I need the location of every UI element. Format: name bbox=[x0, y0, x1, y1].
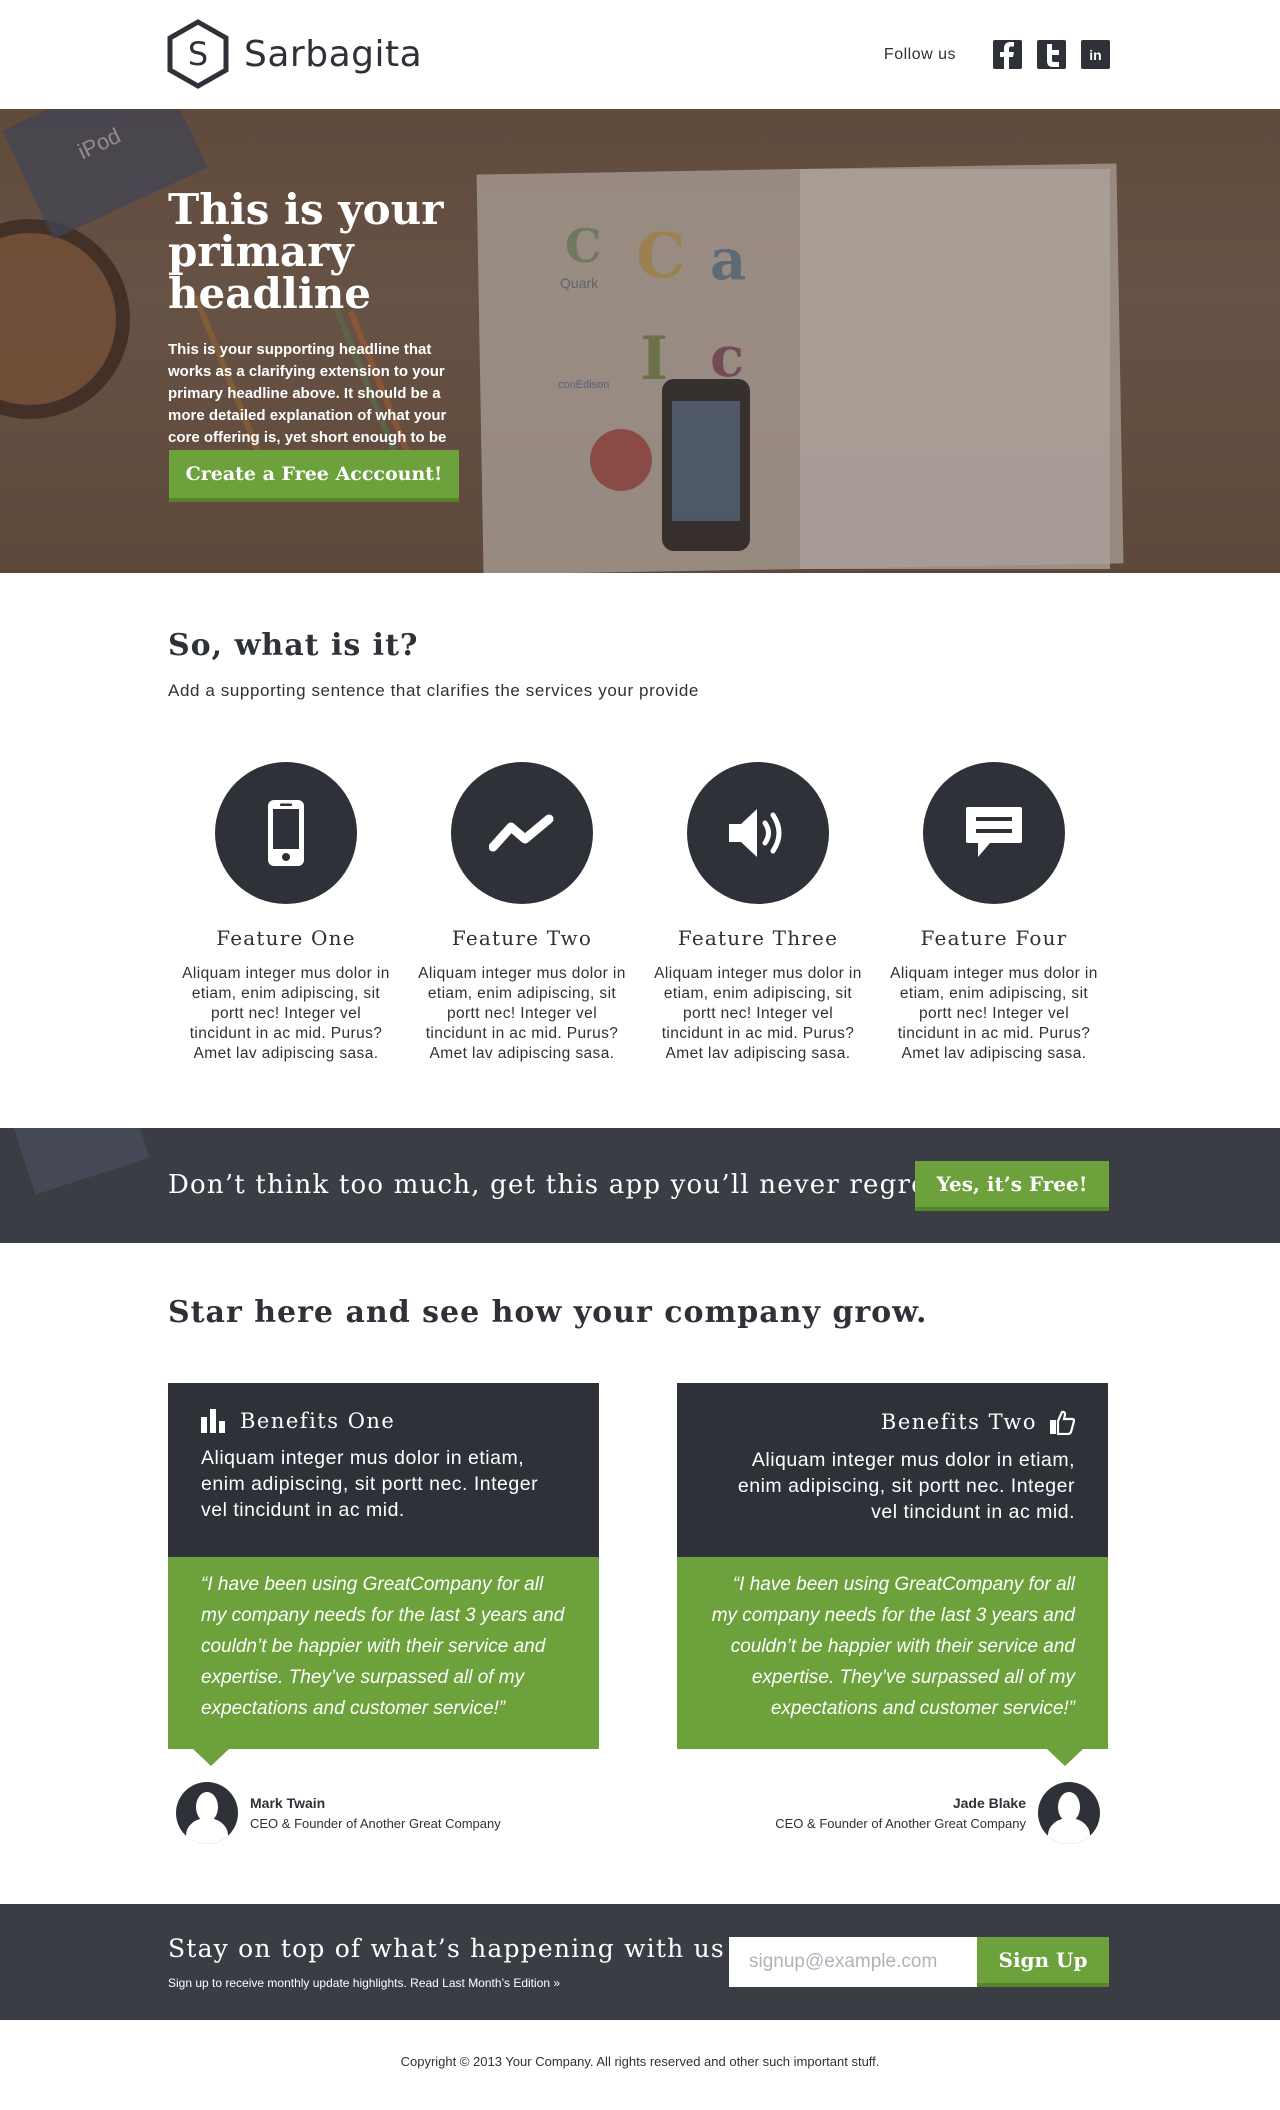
benefit-summary: Benefits One Aliquam integer mus dolor i… bbox=[168, 1383, 599, 1557]
cta-band-text: Don’t think too much, get this app you’l… bbox=[168, 1170, 940, 1200]
twitter-icon[interactable] bbox=[1037, 40, 1066, 69]
feature-text: Aliquam integer mus dolor in etiam, enim… bbox=[182, 965, 390, 1062]
hero-headline: This is your primary headline bbox=[168, 189, 568, 315]
thumbs-up-icon bbox=[1050, 1410, 1075, 1435]
newsletter-title: Stay on top of what’s happening with us bbox=[168, 1934, 725, 1963]
quote-pointer bbox=[193, 1749, 229, 1766]
testimonial-author: Mark Twain CEO & Founder of Another Grea… bbox=[176, 1782, 501, 1844]
feature-item: Feature Four Aliquam integer mus dolor i… bbox=[876, 762, 1112, 1064]
testimonial-quote: “I have been using GreatCompany for all … bbox=[677, 1557, 1108, 1766]
author-name: Mark Twain bbox=[250, 1795, 326, 1811]
feature-item: Feature One Aliquam integer mus dolor in… bbox=[168, 762, 404, 1064]
benefit-header: Benefits One bbox=[201, 1409, 566, 1433]
brand-name: Sarbagita bbox=[244, 33, 423, 75]
benefit-card: Benefits One Aliquam integer mus dolor i… bbox=[168, 1383, 599, 1766]
avatar bbox=[1038, 1782, 1100, 1844]
benefits-section-title: Star here and see how your company grow. bbox=[168, 1295, 928, 1330]
benefit-body: Aliquam integer mus dolor in etiam, enim… bbox=[737, 1449, 1075, 1523]
feature-text: Aliquam integer mus dolor in etiam, enim… bbox=[654, 965, 862, 1062]
what-section-title: So, what is it? bbox=[168, 628, 419, 663]
what-section-subtitle: Add a supporting sentence that clarifies… bbox=[168, 681, 699, 700]
hero-headline-line1: This is your bbox=[168, 185, 444, 234]
chat-bubble-icon bbox=[966, 807, 1022, 857]
feature-icon-circle bbox=[215, 762, 357, 904]
benefit-title: Benefits One bbox=[240, 1409, 396, 1433]
feature-text: Aliquam integer mus dolor in etiam, enim… bbox=[890, 965, 1098, 1062]
linkedin-glyph: in bbox=[1089, 46, 1102, 63]
svg-text:S: S bbox=[188, 35, 208, 73]
band-background-shape bbox=[10, 1128, 150, 1195]
hexagon-logo-icon: S bbox=[167, 19, 229, 89]
create-account-button[interactable]: Create a Free Acccount! bbox=[169, 450, 459, 502]
feature-list: Feature One Aliquam integer mus dolor in… bbox=[168, 762, 1112, 1064]
mobile-phone-icon bbox=[268, 800, 304, 866]
sign-up-button[interactable]: Sign Up bbox=[977, 1937, 1109, 1987]
avatar bbox=[176, 1782, 238, 1844]
facebook-icon[interactable] bbox=[993, 40, 1022, 69]
feature-title: Feature One bbox=[216, 926, 356, 950]
follow-label: Follow us bbox=[883, 45, 956, 63]
testimonial-author: Jade Blake CEO & Founder of Another Grea… bbox=[775, 1782, 1100, 1844]
email-field[interactable] bbox=[729, 1937, 977, 1987]
benefit-body: Aliquam integer mus dolor in etiam, enim… bbox=[201, 1447, 539, 1521]
newsletter-subtitle[interactable]: Sign up to receive monthly update highli… bbox=[168, 1976, 560, 1990]
feature-text: Aliquam integer mus dolor in etiam, enim… bbox=[418, 965, 626, 1062]
feature-icon-circle bbox=[923, 762, 1065, 904]
feature-title: Feature Four bbox=[920, 926, 1068, 950]
free-button[interactable]: Yes, it’s Free! bbox=[915, 1161, 1109, 1211]
benefit-title: Benefits Two bbox=[880, 1410, 1037, 1434]
author-name: Jade Blake bbox=[952, 1795, 1026, 1811]
footer-copyright: Copyright © 2013 Your Company. All right… bbox=[400, 2054, 880, 2069]
feature-title: Feature Three bbox=[677, 926, 839, 950]
author-role: CEO & Founder of Another Great Company bbox=[775, 1816, 1026, 1831]
feature-icon-circle bbox=[687, 762, 829, 904]
trend-line-icon bbox=[489, 814, 554, 852]
bar-chart-icon bbox=[201, 1409, 225, 1433]
brand-logo[interactable]: S Sarbagita bbox=[166, 19, 422, 89]
linkedin-icon[interactable]: in bbox=[1081, 40, 1110, 69]
site-header: S Sarbagita Follow us in bbox=[0, 0, 1280, 109]
benefit-card: Benefits Two Aliquam integer mus dolor i… bbox=[677, 1383, 1108, 1766]
testimonial-quote: “I have been using GreatCompany for all … bbox=[168, 1557, 599, 1766]
cta-band: Don’t think too much, get this app you’l… bbox=[0, 1128, 1280, 1243]
hero-section: iPod C Quark C a conEdison I c This is y… bbox=[0, 109, 1280, 573]
benefit-header: Benefits Two bbox=[710, 1409, 1075, 1435]
newsletter-section: Stay on top of what’s happening with us … bbox=[0, 1904, 1280, 2020]
testimonial-text: “I have been using GreatCompany for all … bbox=[711, 1574, 1075, 1719]
feature-icon-circle bbox=[451, 762, 593, 904]
hero-content: This is your primary headline This is yo… bbox=[168, 189, 568, 471]
benefit-summary: Benefits Two Aliquam integer mus dolor i… bbox=[677, 1383, 1108, 1557]
social-follow: Follow us in bbox=[884, 40, 1110, 69]
feature-title: Feature Two bbox=[451, 926, 593, 950]
speaker-volume-icon bbox=[729, 809, 782, 857]
hero-headline-line2: primary headline bbox=[168, 227, 372, 318]
quote-pointer bbox=[1047, 1749, 1083, 1766]
testimonial-text: “I have been using GreatCompany for all … bbox=[201, 1574, 565, 1719]
feature-item: Feature Two Aliquam integer mus dolor in… bbox=[404, 762, 640, 1064]
author-role: CEO & Founder of Another Great Company bbox=[250, 1816, 501, 1831]
feature-item: Feature Three Aliquam integer mus dolor … bbox=[640, 762, 876, 1064]
